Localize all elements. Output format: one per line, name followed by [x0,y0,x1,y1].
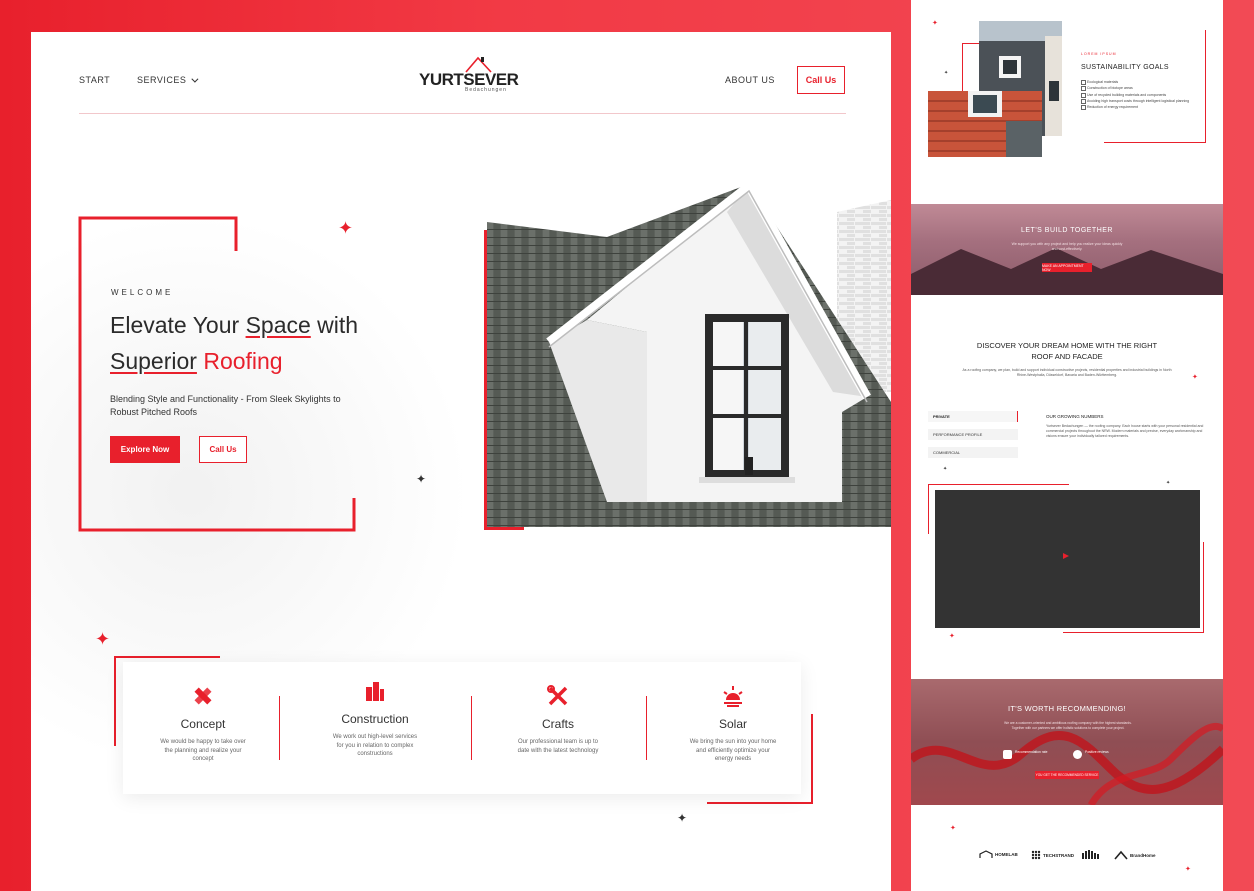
roof-logo-icon [1114,850,1128,860]
building-icon [366,682,384,701]
video-player[interactable] [935,490,1200,628]
service-desc: We bring the sun into your home and effi… [689,739,777,762]
sparkle-icon: ✦ [1185,866,1191,873]
recommend-text: We are a customer-oriented and ambitious… [1004,721,1132,730]
sparkle-icon: ✦ [944,70,949,76]
play-icon[interactable] [1063,553,1069,559]
sparkle-icon: ✦ [416,472,427,486]
service-title: Construction [341,712,409,726]
badge-text: Positive reviews [1085,750,1109,754]
partner-name: HOMELAB [995,852,1018,857]
headline-space: Space [245,312,311,338]
bars-logo-icon [1082,850,1099,859]
build-text: We support you with any project and help… [1011,242,1123,251]
sparkle-icon: ✦ [1192,374,1198,381]
divider [471,696,472,760]
services-card: Concept We would be happy to take over t… [123,662,801,794]
welcome-label: WELCOME [111,288,174,297]
service-title: Crafts [541,717,574,731]
headline-roofing: Roofing [196,348,283,374]
headline-part: Elevate Your [110,312,246,338]
sparkle-icon: ✦ [1166,480,1171,486]
build-title: LET'S BUILD TOGETHER [1021,227,1113,234]
partner-name: BrandHome [1130,852,1156,858]
nav-start[interactable]: START [79,75,110,85]
headline-part: with [310,312,359,338]
sparkle-icon: ✦ [338,218,354,238]
explore-now-button[interactable]: Explore Now [110,436,180,463]
top-nav: START SERVICES YURTSEVER Bedachungen ABO… [79,32,846,114]
sparkle-icon: ✦ [677,811,688,825]
sparkle-icon: ✦ [949,633,955,640]
hero-headline: Elevate Your Space with Superior Roofing [110,307,430,379]
main-page: START SERVICES YURTSEVER Bedachungen ABO… [31,32,891,891]
service-desc: We would be happy to take over the plann… [160,739,246,762]
appointment-button[interactable]: MAKE AN APPOINTMENT NOW [1042,263,1092,272]
service-crafts[interactable]: Crafts Our professional team is up to da… [478,662,638,794]
build-together-banner: LET'S BUILD TOGETHER We support you with… [911,204,1223,295]
recommend-title: IT'S WORTH RECOMMENDING! [1007,704,1127,713]
discover-text: As a roofing company, we plan, build and… [962,368,1172,377]
nav-call-button[interactable]: Call Us [797,66,845,94]
chevron-down-icon [191,75,199,83]
house-logo-icon [979,850,993,858]
recommend-button[interactable]: YOU GET THE RECOMMENDED SERVICE [1035,771,1099,779]
service-construction[interactable]: Construction We work out high-level serv… [295,657,455,789]
sparkle-icon: ✦ [950,825,956,832]
tiled-roof-image [928,91,1042,157]
page-preview-column: ✦ ✦ LOREM IPSUM SUSTAINABILITY GOALS Eco… [911,0,1223,891]
nav-services-label: SERVICES [137,75,187,85]
service-concept[interactable]: Concept We would be happy to take over t… [123,662,283,794]
service-desc: Our professional team is up to date with… [517,739,599,754]
hero-call-button[interactable]: Call Us [199,436,247,463]
ribbon-image [911,722,1223,805]
grid-logo-icon [1031,850,1041,860]
partner-name: TECHSTRAND [1043,852,1074,858]
partner-logo: BrandHome [1114,850,1156,860]
list-item: Reduction of energy requirement [1081,104,1189,111]
tab-private[interactable]: PRIVATE [928,411,1018,422]
divider [646,696,647,760]
tab-content-text: Yurtsever Bedachungen — the roofing comp… [1046,424,1204,438]
recommend-banner: IT'S WORTH RECOMMENDING! We are a custom… [911,679,1223,805]
section-label: LOREM IPSUM [1081,52,1117,56]
badge-icon [1003,750,1012,759]
service-solar[interactable]: Solar We bring the sun into your home an… [653,662,813,794]
sparkle-icon: ✦ [943,466,948,472]
discover-title: DISCOVER YOUR DREAM HOME WITH THE RIGHT … [976,341,1158,361]
logo-subtitle: Bedachungen [465,87,507,93]
services-frame-left [114,656,116,746]
badge-text: Recommendation rate [1015,750,1048,754]
nav-services[interactable]: SERVICES [137,75,199,85]
tab-commercial[interactable]: COMMERCIAL [928,447,1018,458]
logo[interactable]: YURTSEVER Bedachungen [419,54,519,94]
hero-subtitle: Blending Style and Functionality - From … [110,394,341,417]
divider [279,696,280,760]
ruler-pencil-icon [194,687,212,705]
badge-icon [1073,750,1082,759]
tab-performance-profile[interactable]: PERFORMANCE PROFILE [928,429,1018,440]
sparkle-icon: ✦ [95,629,111,649]
hero-roof-image [487,182,891,527]
sun-icon [723,686,743,707]
partner-logo [1082,850,1102,859]
sustainability-title: SUSTAINABILITY GOALS [1081,64,1169,71]
nav-about[interactable]: ABOUT US [725,75,775,85]
sparkle-icon: ✦ [932,20,938,27]
service-title: Concept [180,717,226,731]
service-title: Solar [718,717,747,731]
headline-superior: Superior [110,348,197,374]
sustainability-list: Ecological materials Construction of bio… [1081,79,1189,111]
service-desc: We work out high-level services for you … [332,734,418,757]
tools-icon [547,685,568,706]
tab-content-title: OUR GROWING NUMBERS [1046,414,1104,419]
partner-logo: TECHSTRAND [1031,850,1074,860]
partner-logo: HOMELAB [979,850,1018,859]
